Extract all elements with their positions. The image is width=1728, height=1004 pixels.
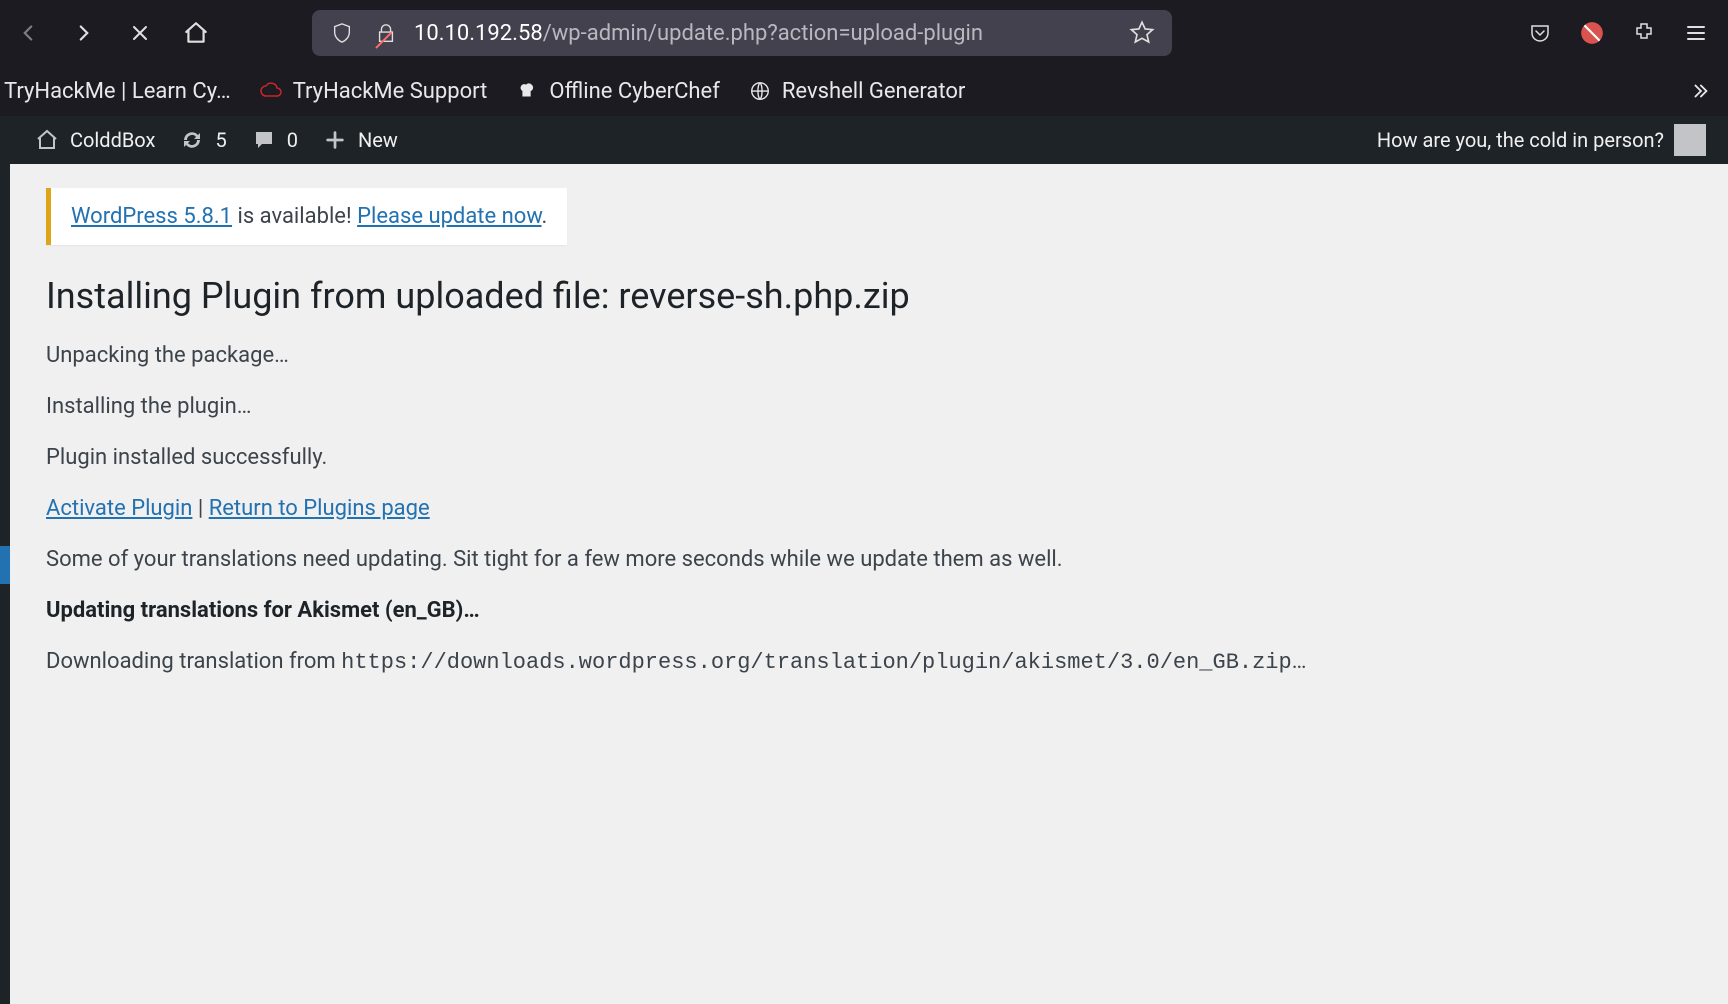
url-path: /wp-admin/update.php?action=upload-plugi… xyxy=(543,21,983,46)
plugin-action-line: Activate Plugin | Return to Plugins page xyxy=(46,496,1692,521)
comment-icon xyxy=(251,127,277,153)
url-bar[interactable]: 10.10.192.58/wp-admin/update.php?action=… xyxy=(312,10,1172,56)
adminbar-comments[interactable]: 0 xyxy=(239,127,310,153)
home-icon xyxy=(34,127,60,153)
bookmarks-bar: TryHackMe | Learn Cy… TryHackMe Support … xyxy=(0,66,1728,116)
wp-sidebar-active-marker xyxy=(0,546,10,584)
pocket-icon[interactable] xyxy=(1524,17,1556,49)
downloading-prefix: Downloading translation from xyxy=(46,649,341,674)
update-nag: WordPress 5.8.1 is available! Please upd… xyxy=(46,188,567,245)
url-host: 10.10.192.58 xyxy=(414,21,543,46)
bookmark-tryhackme-learn[interactable]: TryHackMe | Learn Cy… xyxy=(4,79,231,104)
status-installing: Installing the plugin… xyxy=(46,394,1692,419)
update-nag-trailing: . xyxy=(542,204,548,229)
update-now-link[interactable]: Please update now xyxy=(357,204,541,229)
downloading-suffix: … xyxy=(1292,649,1307,674)
adminbar-new[interactable]: New xyxy=(310,127,410,153)
nav-stop-button[interactable] xyxy=(120,13,160,53)
bookmarks-overflow-button[interactable] xyxy=(1686,80,1724,102)
adminbar-new-label: New xyxy=(358,128,398,152)
wp-main: ColddBox 5 0 New How are xyxy=(10,116,1728,1004)
extensions-icon[interactable] xyxy=(1628,17,1660,49)
nav-back-button[interactable] xyxy=(8,13,48,53)
wordpress-admin: ColddBox 5 0 New How are xyxy=(0,116,1728,1004)
adminbar-comments-count: 0 xyxy=(287,128,298,152)
adminbar-account[interactable]: How are you, the cold in person? xyxy=(1377,124,1716,156)
downloading-url: https://downloads.wordpress.org/translat… xyxy=(341,650,1292,675)
action-separator: | xyxy=(192,496,208,521)
noscript-icon[interactable] xyxy=(1576,17,1608,49)
wp-sidebar-sliver xyxy=(0,116,10,1004)
bookmark-star-icon[interactable] xyxy=(1126,17,1158,49)
plus-icon xyxy=(322,127,348,153)
adminbar-updates-count: 5 xyxy=(215,128,226,152)
wp-version-link[interactable]: WordPress 5.8.1 xyxy=(71,204,232,229)
translations-note: Some of your translations need updating.… xyxy=(46,547,1692,572)
cloud-icon xyxy=(259,79,283,103)
nav-home-button[interactable] xyxy=(176,13,216,53)
bookmark-cyberchef[interactable]: Offline CyberChef xyxy=(515,79,720,104)
status-success: Plugin installed successfully. xyxy=(46,445,1692,470)
chef-hat-icon xyxy=(515,79,539,103)
toolbar-right xyxy=(1524,17,1720,49)
refresh-icon xyxy=(179,127,205,153)
updating-translations: Updating translations for Akismet (en_GB… xyxy=(46,598,1692,623)
wp-content: WordPress 5.8.1 is available! Please upd… xyxy=(10,164,1728,725)
adminbar-site-link[interactable]: ColddBox xyxy=(22,127,167,153)
hamburger-menu-icon[interactable] xyxy=(1680,17,1712,49)
shield-icon xyxy=(326,17,358,49)
avatar xyxy=(1674,124,1706,156)
downloading-translation: Downloading translation from https://dow… xyxy=(46,649,1692,675)
page-title: Installing Plugin from uploaded file: re… xyxy=(46,275,1692,317)
activate-plugin-link[interactable]: Activate Plugin xyxy=(46,496,192,521)
bookmark-label: TryHackMe Support xyxy=(293,79,488,104)
lock-insecure-icon xyxy=(370,17,402,49)
url-text: 10.10.192.58/wp-admin/update.php?action=… xyxy=(414,21,1114,46)
bookmark-tryhackme-support[interactable]: TryHackMe Support xyxy=(259,79,488,104)
bookmark-label: TryHackMe | Learn Cy… xyxy=(4,79,231,104)
bookmark-revshell[interactable]: Revshell Generator xyxy=(748,79,965,104)
return-plugins-link[interactable]: Return to Plugins page xyxy=(209,496,430,521)
bookmark-label: Revshell Generator xyxy=(782,79,965,104)
adminbar-greeting: How are you, the cold in person? xyxy=(1377,128,1664,152)
adminbar-site-name: ColddBox xyxy=(70,128,155,152)
wp-adminbar: ColddBox 5 0 New How are xyxy=(10,116,1728,164)
browser-toolbar: 10.10.192.58/wp-admin/update.php?action=… xyxy=(0,0,1728,66)
globe-icon xyxy=(748,79,772,103)
status-unpacking: Unpacking the package… xyxy=(46,343,1692,368)
nav-forward-button[interactable] xyxy=(64,13,104,53)
bookmark-label: Offline CyberChef xyxy=(549,79,720,104)
update-nag-text: is available! xyxy=(232,204,357,229)
adminbar-updates[interactable]: 5 xyxy=(167,127,238,153)
